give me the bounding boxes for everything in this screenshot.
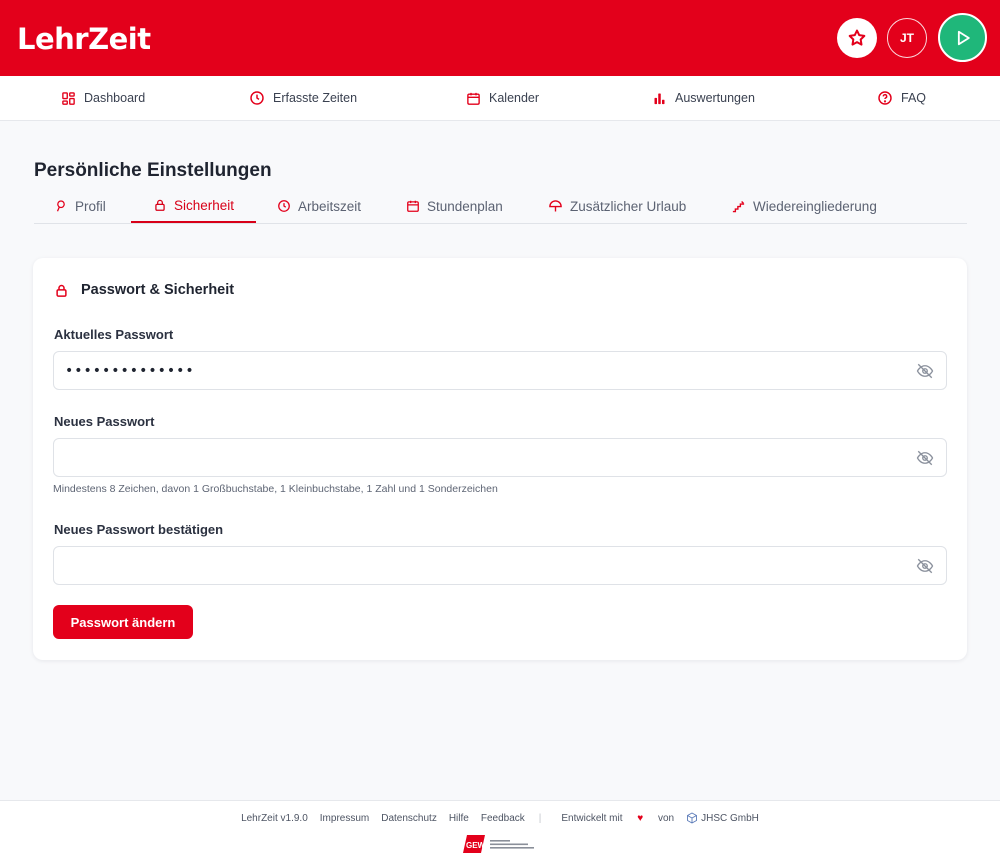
current-password-field[interactable] (53, 351, 947, 390)
stairs-icon (732, 200, 745, 212)
developed-text: Entwickelt mit (561, 812, 623, 824)
eye-off-icon[interactable] (916, 362, 934, 380)
nav-item-dashboard[interactable]: Dashboard (61, 76, 145, 120)
calendar-icon (407, 200, 419, 212)
tab-arbeitszeit[interactable]: Arbeitszeit (277, 189, 361, 223)
new-password-input[interactable] (54, 439, 914, 476)
umbrella-icon (549, 199, 562, 211)
footer-divider: | (538, 812, 542, 824)
gew-tagline-icon (490, 840, 534, 849)
card-title: Passwort & Sicherheit (54, 282, 234, 298)
app-logo[interactable]: LehrZeit (17, 22, 151, 56)
main-nav: Dashboard Erfasste Zeiten Kalender Auswe… (0, 76, 1000, 121)
gew-logo: GEW (463, 833, 536, 855)
footer-link-datenschutz[interactable]: Datenschutz (381, 813, 437, 824)
nav-item-label: Dashboard (84, 91, 146, 105)
current-password-label: Aktuelles Passwort (54, 327, 174, 342)
change-password-button[interactable]: Passwort ändern (53, 605, 193, 639)
eye-off-icon[interactable] (916, 557, 934, 575)
lock-icon (155, 199, 165, 211)
footer-links: LehrZeit v1.9.0 Impressum Datenschutz Hi… (0, 812, 1000, 824)
footer-link-hilfe[interactable]: Hilfe (449, 813, 469, 824)
tab-label: Profil (75, 198, 106, 214)
footer-link-impressum[interactable]: Impressum (320, 813, 369, 824)
eye-off-icon[interactable] (916, 449, 934, 467)
tab-label: Sicherheit (174, 197, 235, 213)
nav-item-label: FAQ (901, 91, 927, 105)
gew-logo-mark: GEW (463, 835, 486, 853)
confirm-password-input[interactable] (54, 547, 914, 584)
nav-item-erfasste-zeiten[interactable]: Erfasste Zeiten (249, 76, 357, 120)
settings-tabs: Profil Sicherheit Arbeitszeit Stundenpla… (34, 189, 967, 224)
favorites-button[interactable] (837, 18, 877, 58)
nav-item-kalender[interactable]: Kalender (466, 76, 539, 120)
password-hint: Mindestens 8 Zeichen, davon 1 Großbuchst… (53, 483, 498, 495)
help-circle-icon (878, 91, 892, 105)
tab-stundenplan[interactable]: Stundenplan (406, 189, 503, 223)
tab-label: Stundenplan (427, 198, 503, 214)
tab-label: Zusätzlicher Urlaub (570, 198, 687, 214)
developed-by-word: von (658, 812, 675, 824)
lock-icon (56, 284, 67, 297)
star-icon (848, 29, 866, 46)
new-password-label: Neues Passwort (54, 414, 155, 429)
play-icon (957, 30, 970, 45)
footer-version: LehrZeit v1.9.0 (241, 812, 308, 824)
tab-wiedereingliederung[interactable]: Wiedereingliederung (731, 189, 877, 223)
footer-developed: Entwickelt mit ♥ von (555, 813, 680, 824)
tab-zusaetzlicher-urlaub[interactable]: Zusätzlicher Urlaub (548, 189, 686, 223)
nav-item-auswertungen[interactable]: Auswertungen (652, 76, 755, 120)
company-cube-icon (687, 812, 698, 824)
tab-profil[interactable]: Profil (54, 189, 106, 223)
start-timer-button[interactable] (938, 13, 987, 62)
clock-icon (250, 91, 264, 105)
nav-item-label: Kalender (489, 91, 540, 105)
tab-label: Wiedereingliederung (753, 198, 877, 214)
app-header: LehrZeit JT (0, 0, 1000, 76)
current-password-input[interactable] (54, 352, 914, 389)
calendar-icon (467, 92, 480, 105)
confirm-password-field[interactable] (53, 546, 947, 585)
tab-label: Arbeitszeit (298, 198, 362, 214)
user-icon (56, 200, 65, 212)
footer-link-feedback[interactable]: Feedback (481, 813, 525, 824)
confirm-password-label: Neues Passwort bestätigen (54, 522, 224, 537)
heart-icon: ♥ (637, 812, 644, 824)
clock-icon (278, 200, 290, 212)
card-title-text: Passwort & Sicherheit (81, 282, 235, 298)
page-title: Persönliche Einstellungen (34, 160, 272, 181)
user-avatar-button[interactable]: JT (887, 18, 927, 58)
bar-chart-icon (654, 93, 665, 104)
password-card: Passwort & Sicherheit Aktuelles Passwort… (33, 258, 967, 660)
nav-item-label: Erfasste Zeiten (273, 91, 358, 105)
gew-logo-text: GEW (466, 841, 486, 850)
nav-item-label: Auswertungen (675, 91, 755, 105)
footer-company-link[interactable]: JHSC GmbH (701, 813, 759, 824)
grid-icon (62, 91, 75, 105)
new-password-field[interactable] (53, 438, 947, 477)
nav-item-faq[interactable]: FAQ (877, 76, 926, 120)
tab-sicherheit[interactable]: Sicherheit (131, 189, 257, 223)
